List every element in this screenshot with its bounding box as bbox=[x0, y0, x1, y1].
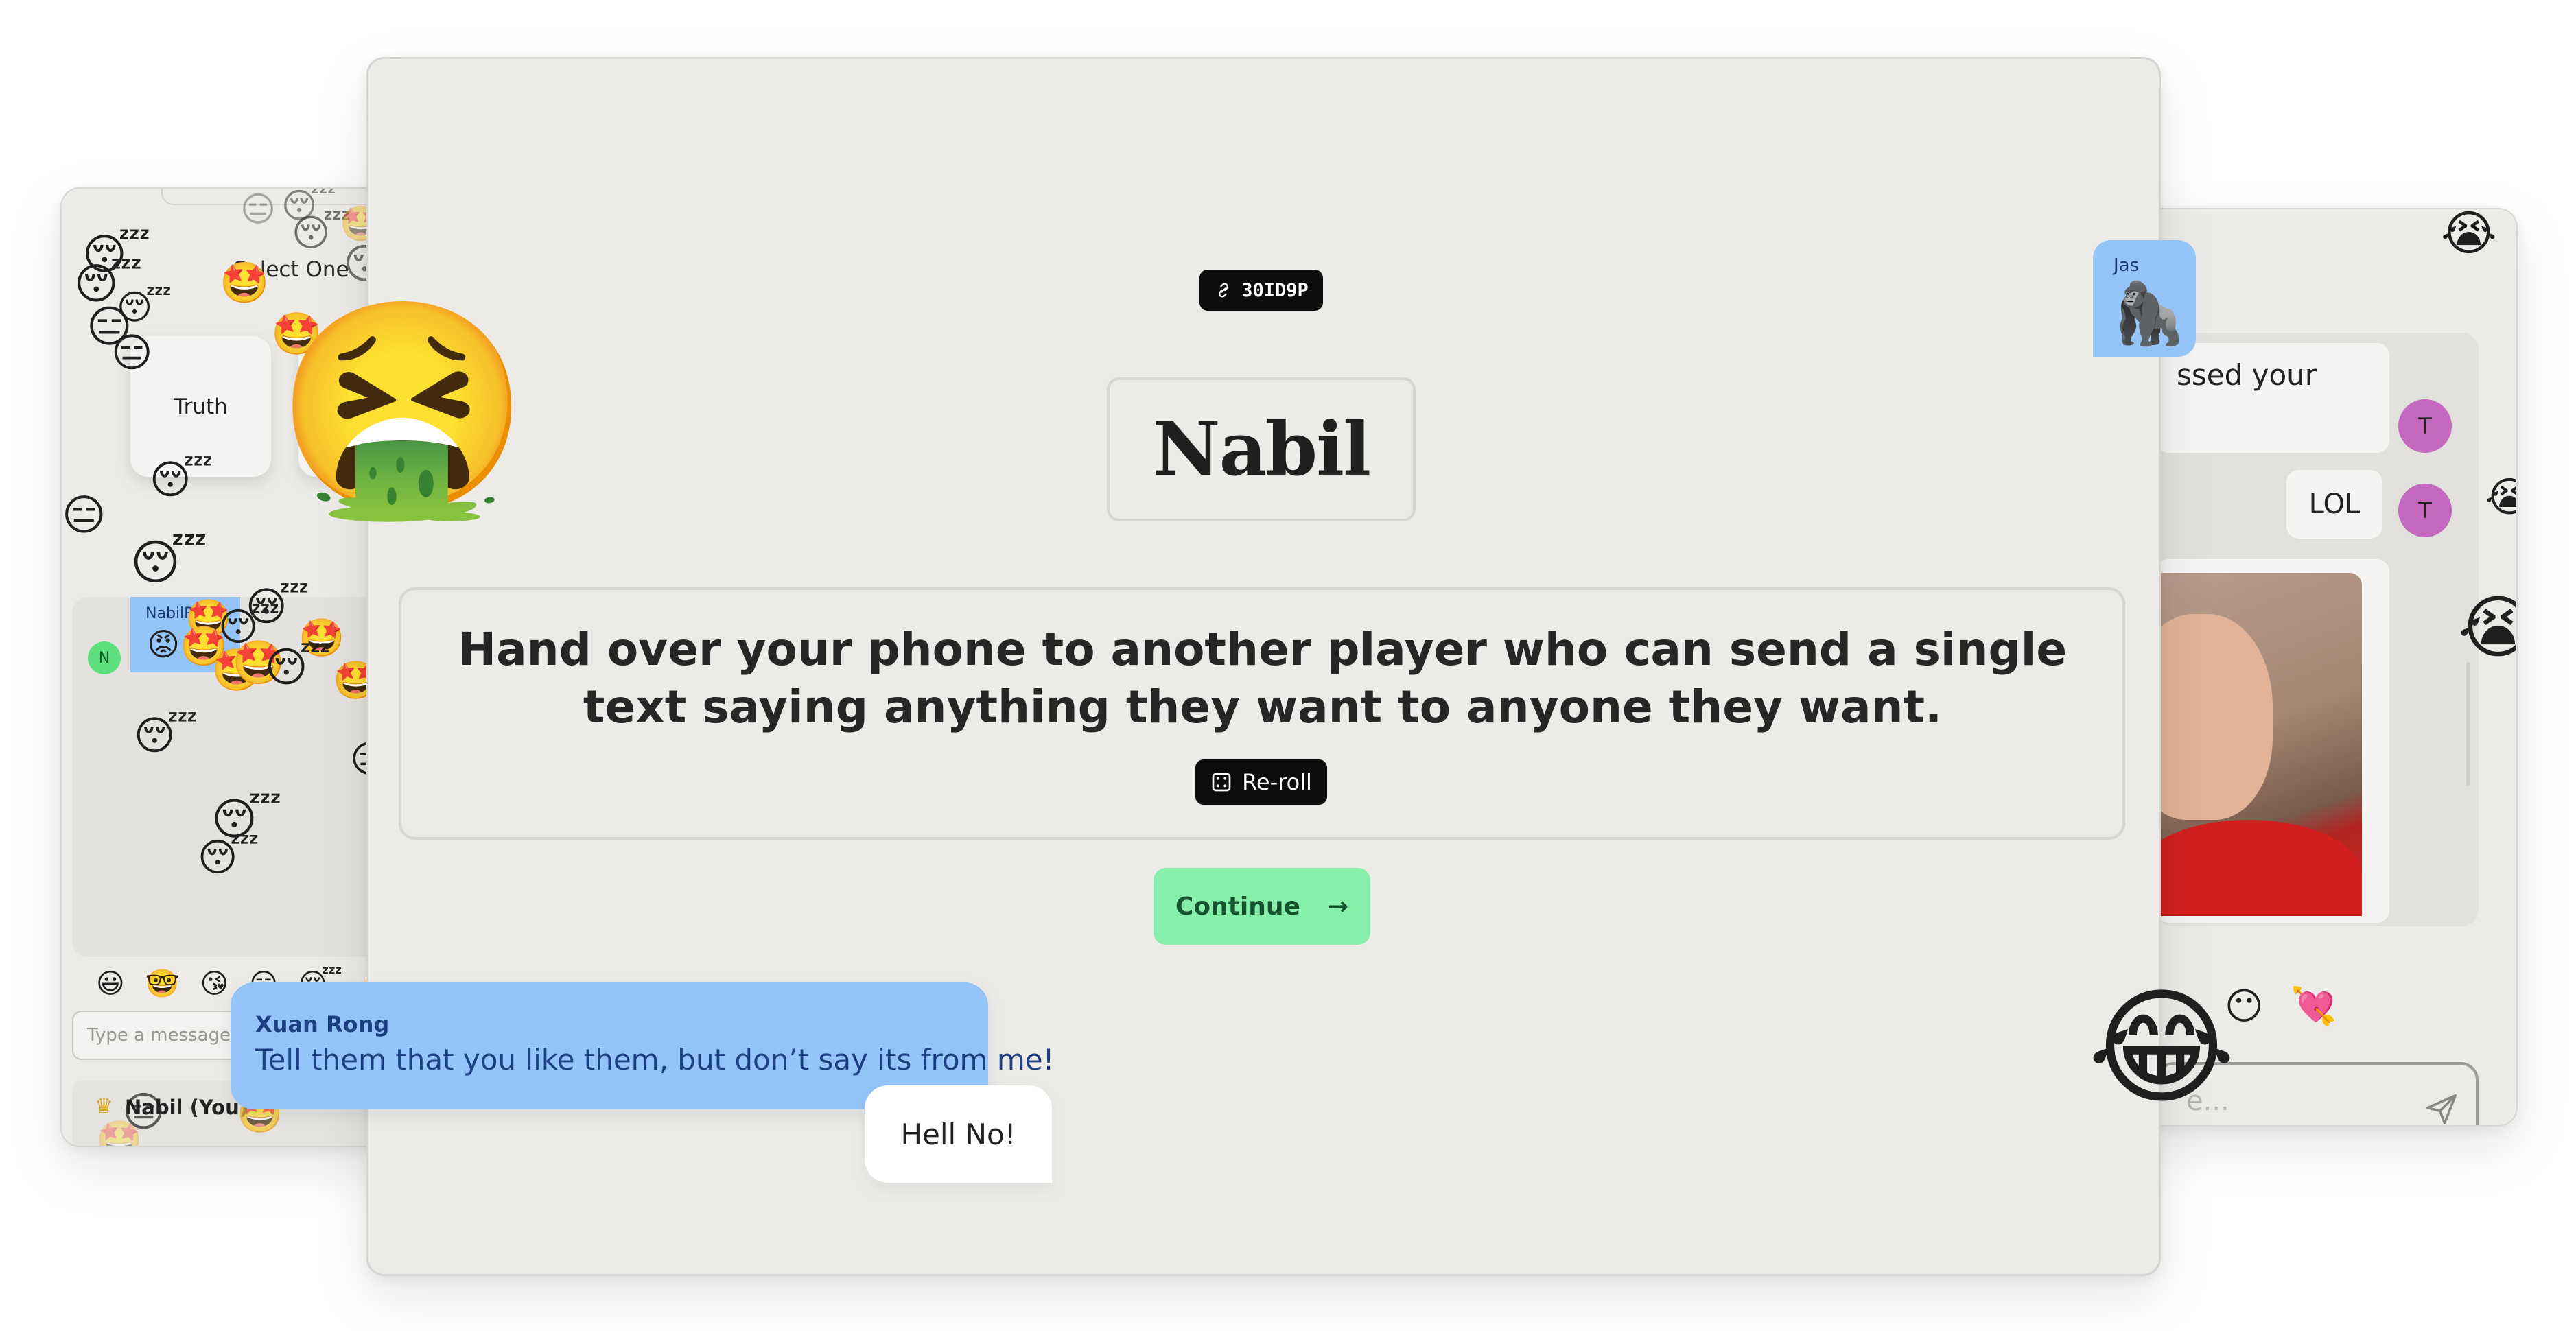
chat-author: Xuan Rong bbox=[255, 1011, 390, 1037]
floating-emoji: 😴 bbox=[130, 534, 208, 591]
truth-label: Truth bbox=[174, 394, 228, 419]
arrow-right-icon: → bbox=[1327, 892, 1349, 921]
floating-emoji: 😑 bbox=[111, 329, 153, 376]
prompt-card: Hand over your phone to another player w… bbox=[399, 587, 2125, 840]
top-tab bbox=[161, 189, 397, 205]
reaction-emoji[interactable]: 🤓 bbox=[145, 968, 200, 1000]
dice-icon bbox=[1212, 773, 1231, 792]
send-icon[interactable] bbox=[2423, 1091, 2460, 1127]
reaction-bar: 😶💘 bbox=[2225, 985, 2365, 1028]
avatar: T bbox=[2398, 399, 2452, 453]
floating-emoji: 😴 bbox=[265, 644, 331, 692]
continue-button[interactable]: Continue → bbox=[1154, 868, 1370, 945]
gorilla-emoji: 🦍 bbox=[2111, 278, 2186, 349]
chat-message: Hell No! bbox=[900, 1117, 1016, 1151]
room-code: 30ID9P bbox=[1241, 279, 1309, 301]
angry-emoji: 😡 bbox=[147, 626, 180, 663]
avatar: N bbox=[88, 641, 121, 674]
chat-author: Jas bbox=[2114, 255, 2140, 276]
prompt-text: Hand over your phone to another player w… bbox=[458, 623, 2068, 733]
gif-face bbox=[2156, 614, 2273, 820]
floating-emoji: 😑 bbox=[62, 490, 106, 540]
current-player-name: Nabil bbox=[1152, 406, 1371, 493]
floating-emoji: 😴 bbox=[134, 712, 198, 759]
vomiting-face-emoji: 🤮 bbox=[274, 288, 531, 528]
floating-emoji: 😭 bbox=[2458, 593, 2516, 662]
chat-message: LOL bbox=[2286, 470, 2382, 539]
reroll-button[interactable]: Re-roll bbox=[1195, 759, 1327, 805]
room-code-badge[interactable]: 30ID9P bbox=[1199, 270, 1323, 311]
floating-emoji: 😭 bbox=[2441, 208, 2497, 261]
floating-emoji: 🤩 bbox=[220, 259, 270, 306]
link-icon bbox=[1219, 283, 1229, 298]
floating-emoji: 😴 bbox=[198, 836, 259, 880]
reaction-emoji[interactable]: 😃 bbox=[96, 968, 145, 1000]
tears-of-joy-emoji: 😂 bbox=[2087, 974, 2236, 1122]
chat-bubble-jas: Jas 🦍 bbox=[2093, 240, 2196, 357]
chat-bubble-reply: Hell No! bbox=[865, 1085, 1052, 1183]
avatar: T bbox=[2398, 484, 2452, 537]
continue-label: Continue bbox=[1175, 892, 1300, 921]
floating-emoji: 😑 bbox=[240, 189, 277, 229]
reaction-emoji[interactable]: 💘 bbox=[2291, 985, 2364, 1028]
floating-emoji: 🤩 bbox=[96, 1118, 143, 1147]
gif-shirt bbox=[2156, 820, 2362, 916]
chat-message: ssed your bbox=[2156, 343, 2389, 453]
reaction-gif bbox=[2156, 573, 2362, 916]
current-player-card: Nabil bbox=[1107, 377, 1416, 521]
crown-icon: ♛ bbox=[95, 1094, 113, 1118]
reroll-label: Re-roll bbox=[1242, 769, 1312, 795]
chat-scrollbar[interactable] bbox=[2466, 662, 2470, 786]
floating-emoji: 😴 bbox=[150, 456, 214, 503]
chat-message: Tell them that you like them, but don’t … bbox=[255, 1043, 1055, 1076]
floating-emoji: 😭 bbox=[2485, 477, 2516, 518]
